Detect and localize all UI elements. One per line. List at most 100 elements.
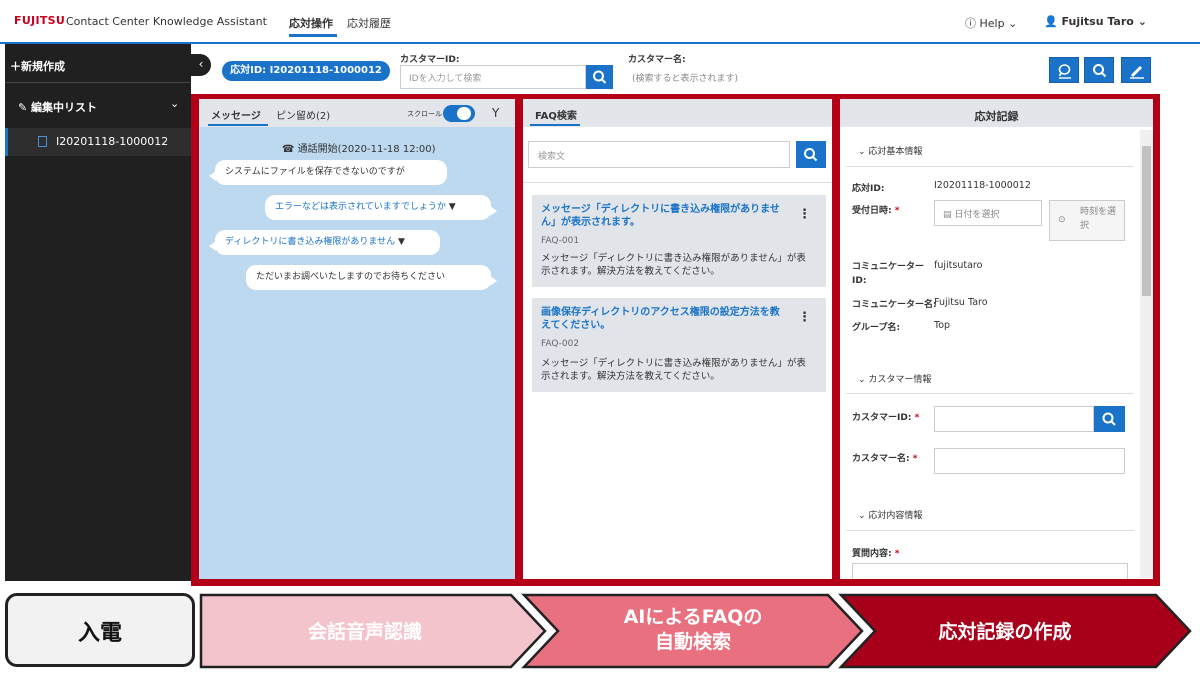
chevron-down-icon[interactable]: ⌄ xyxy=(170,97,179,110)
field-label: カスタマー名: xyxy=(852,454,910,464)
section-content-info[interactable]: ⌄ 応対内容情報 xyxy=(858,508,922,521)
faq-result-title[interactable]: メッセージ「ディレクトリに書き込み権限がありません」が表示されます。 xyxy=(541,203,786,229)
faq-result-title[interactable]: 画像保存ディレクトリのアクセス権限の設定方法を教えてください。 xyxy=(541,306,786,332)
new-create-button[interactable]: ＋新規作成 xyxy=(10,58,65,74)
more-options-icon[interactable]: ⋮ xyxy=(798,207,811,222)
active-tab-indicator xyxy=(289,34,337,37)
pin-icon: ▼ xyxy=(445,202,456,212)
tab-pinned[interactable]: ピン留め(2) xyxy=(276,107,330,122)
call-start-label: 通話開始(2020-11-18 12:00) xyxy=(297,144,436,155)
received-at-label: 受付日時: * xyxy=(852,203,899,216)
message-text: エラーなどは表示されていますでしょうか xyxy=(275,202,446,212)
chevron-down-icon: ⌄ xyxy=(858,511,869,521)
faq-tab[interactable]: FAQ検索 xyxy=(535,107,577,122)
customer-name-field[interactable] xyxy=(934,448,1125,474)
scrollbar-thumb[interactable] xyxy=(1142,146,1151,296)
required-mark: * xyxy=(914,413,920,423)
chat-message-agent[interactable]: エラーなどは表示されていますでしょうか ▼ xyxy=(265,195,497,220)
reception-id-badge: 応対ID: I20201118-1000012 xyxy=(222,61,390,81)
tab-history[interactable]: 応対履歴 xyxy=(347,15,391,31)
customer-name-field-label: カスタマー名: * xyxy=(852,451,917,464)
section-label: 応対基本情報 xyxy=(868,147,923,157)
call-start-status: ☎ 通話開始(2020-11-18 12:00) xyxy=(282,140,436,155)
app-name: Contact Center Knowledge Assistant xyxy=(66,15,267,28)
editing-list-header[interactable]: ✎ 編集中リスト xyxy=(18,99,97,115)
divider xyxy=(846,393,1134,394)
communicator-name-value: Fujitsu Taro xyxy=(934,297,988,308)
section-basic-info[interactable]: ⌄ 応対基本情報 xyxy=(858,144,922,157)
chat-message-customer: システムにファイルを保存できないのですが xyxy=(209,160,447,185)
pin-icon: ▼ xyxy=(395,237,405,247)
customer-id-field-label: カスタマーID: * xyxy=(852,410,919,423)
customer-id-field[interactable] xyxy=(934,406,1094,432)
section-customer-info[interactable]: ⌄ カスタマー情報 xyxy=(858,372,931,385)
communicator-id-value: fujitsutaro xyxy=(934,260,983,271)
tab-messages[interactable]: メッセージ xyxy=(211,107,261,122)
date-picker[interactable]: ▤ 日付を選択 xyxy=(934,200,1042,226)
divider xyxy=(523,182,832,183)
section-label: カスタマー情報 xyxy=(868,375,932,385)
flow-step-label-line: 自動検索 xyxy=(654,631,731,653)
help-icon: ⓘ xyxy=(965,17,976,30)
faq-result-id: FAQ-001 xyxy=(541,236,580,246)
filter-icon[interactable]: Y xyxy=(492,106,499,120)
help-menu[interactable]: ⓘ Help ⌄ xyxy=(965,15,1017,31)
more-options-icon[interactable]: ⋮ xyxy=(798,310,811,325)
help-label: Help xyxy=(979,17,1005,30)
flow-step-label-line: AIによるFAQの xyxy=(623,606,763,628)
active-tab-indicator xyxy=(208,124,268,126)
chevron-down-icon: ⌄ xyxy=(1137,15,1147,28)
chat-button[interactable] xyxy=(1049,57,1079,83)
field-label: 質問内容: xyxy=(852,549,892,559)
record-panel-title: 応対記録 xyxy=(974,110,1019,123)
pencil-icon: ✎ xyxy=(18,101,32,114)
message-text: ディレクトリに書き込み権限がありません xyxy=(225,237,396,247)
chat-bubble-icon xyxy=(1058,64,1071,79)
divider xyxy=(846,530,1134,531)
record-panel xyxy=(840,99,1153,579)
user-icon: 👤 xyxy=(1044,15,1058,28)
flow-step-label: 会話音声認識 xyxy=(307,621,422,643)
flow-step-label: 応対記録の作成 xyxy=(938,621,1072,643)
sidebar xyxy=(5,44,191,581)
date-placeholder: 日付を選択 xyxy=(954,210,1000,220)
question-label: 質問内容: * xyxy=(852,546,899,559)
user-menu[interactable]: 👤 Fujitsu Taro ⌄ xyxy=(1044,15,1147,28)
faq-result-id: FAQ-002 xyxy=(541,339,580,349)
customer-search-button[interactable] xyxy=(586,65,613,89)
faq-result-body: メッセージ「ディレクトリに書き込み権限がありません」が表示されます。解決方法を教… xyxy=(541,253,806,277)
clock-icon: ⊙ xyxy=(1058,215,1066,225)
customer-name-label: カスタマー名: xyxy=(628,55,686,65)
pencil-icon xyxy=(1130,65,1144,79)
user-name: Fujitsu Taro xyxy=(1061,15,1134,28)
required-mark: * xyxy=(894,549,900,559)
customer-id-input[interactable]: IDを入力して検索 xyxy=(400,65,586,89)
group-name-value: Top xyxy=(934,320,951,331)
faq-search-button[interactable] xyxy=(796,141,826,168)
reception-id-field-label: 応対ID: xyxy=(852,184,885,194)
chat-message-customer[interactable]: ディレクトリに書き込み権限がありません ▼ xyxy=(209,230,440,255)
reception-id-field-value: I20201118-1000012 xyxy=(934,180,1031,191)
collapse-sidebar-button[interactable]: ‹ xyxy=(191,54,211,76)
required-mark: * xyxy=(894,206,900,216)
tab-operations[interactable]: 応対操作 xyxy=(289,15,333,31)
chevron-down-icon: ⌄ xyxy=(858,375,869,385)
customer-name-hint: (検索すると表示されます) xyxy=(632,74,739,84)
chat-message-agent: ただいまお調べいたしますのでお待ちください xyxy=(246,265,497,290)
customer-id-search-button[interactable] xyxy=(1094,406,1125,432)
fujitsu-logo: FUJITSU xyxy=(14,14,66,27)
search-icon xyxy=(593,70,607,84)
flow-step-label: 入電 xyxy=(77,621,122,646)
chevron-down-icon: ⌄ xyxy=(858,147,869,157)
faq-search-input[interactable]: 検索文 xyxy=(528,141,790,168)
divider xyxy=(846,166,1134,167)
edit-button[interactable] xyxy=(1121,57,1151,83)
question-textarea[interactable] xyxy=(852,563,1128,579)
time-picker-button[interactable]: ⊙ 時刻を選択 xyxy=(1049,200,1125,241)
search-icon xyxy=(804,148,818,162)
search-button[interactable] xyxy=(1084,57,1114,83)
faq-result-body: メッセージ「ディレクトリに書き込み権限がありません」が表示されます。解決方法を教… xyxy=(541,358,806,382)
scroll-label: スクロール xyxy=(407,110,442,118)
message-text: システムにファイルを保存できないのですが xyxy=(225,167,405,177)
active-tab-indicator xyxy=(530,124,580,126)
